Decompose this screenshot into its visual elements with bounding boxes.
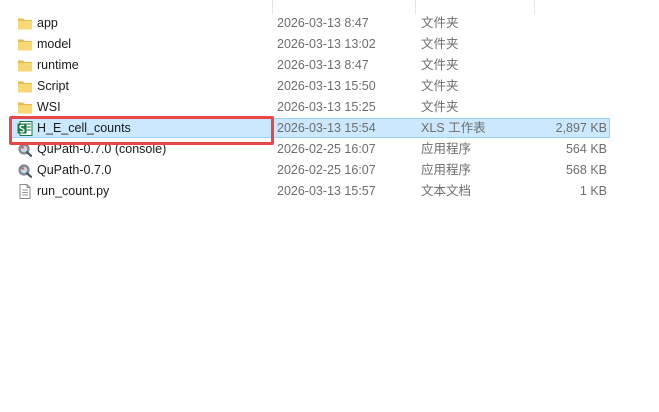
file-size: 1 KB [579, 184, 607, 198]
file-row[interactable]: Script 2026-03-13 15:50 文件夹 [0, 76, 659, 97]
file-name: model [37, 37, 72, 51]
file-modified-date: 2026-03-13 15:57 [277, 184, 376, 198]
file-name: run_count.py [37, 184, 110, 198]
file-name: QuPath-0.7.0 [37, 163, 112, 177]
file-name: runtime [37, 58, 79, 72]
file-type: 文件夹 [421, 79, 459, 93]
file-name: app [37, 16, 58, 30]
file-size: 2,897 KB [555, 121, 607, 135]
file-type: 应用程序 [421, 163, 472, 177]
file-modified-date: 2026-03-13 15:50 [277, 79, 376, 93]
file-size: 564 KB [565, 142, 607, 156]
file-modified-date: 2026-02-25 16:07 [277, 163, 376, 177]
file-explorer: app 2026-03-13 8:47 文件夹 model 2026-03-13… [0, 0, 659, 412]
file-row[interactable]: model 2026-03-13 13:02 文件夹 [0, 34, 659, 55]
file-type: 文件夹 [421, 16, 459, 30]
file-name: H_E_cell_counts [37, 121, 131, 135]
folder-icon [17, 16, 33, 31]
file-type: 应用程序 [421, 142, 472, 156]
file-row[interactable]: QuPath-0.7.0 2026-02-25 16:07 应用程序 568 K… [0, 160, 659, 181]
file-row[interactable]: run_count.py 2026-03-13 15:57 文本文档 1 KB [0, 181, 659, 202]
column-separator[interactable] [534, 0, 535, 14]
file-row[interactable]: WSI 2026-03-13 15:25 文件夹 [0, 97, 659, 118]
folder-icon [17, 100, 33, 115]
file-modified-date: 2026-03-13 8:47 [277, 58, 369, 72]
file-name: WSI [37, 100, 61, 114]
file-type: 文件夹 [421, 37, 459, 51]
file-name: QuPath-0.7.0 (console) [37, 142, 167, 156]
file-list: app 2026-03-13 8:47 文件夹 model 2026-03-13… [0, 13, 659, 202]
file-row[interactable]: app 2026-03-13 8:47 文件夹 [0, 13, 659, 34]
text-file-icon [17, 184, 33, 199]
file-modified-date: 2026-03-13 15:25 [277, 100, 376, 114]
file-row[interactable]: H_E_cell_counts 2026-03-13 15:54 XLS 工作表… [0, 118, 659, 139]
file-modified-date: 2026-03-13 8:47 [277, 16, 369, 30]
file-type: 文件夹 [421, 100, 459, 114]
file-row[interactable]: QuPath-0.7.0 (console) 2026-02-25 16:07 … [0, 139, 659, 160]
file-type: XLS 工作表 [421, 121, 486, 135]
column-separator[interactable] [272, 0, 273, 14]
file-name: Script [37, 79, 69, 93]
file-row[interactable]: runtime 2026-03-13 8:47 文件夹 [0, 55, 659, 76]
qupath-app-icon [17, 142, 33, 157]
file-modified-date: 2026-03-13 13:02 [277, 37, 376, 51]
spreadsheet-icon [17, 121, 33, 136]
file-type: 文件夹 [421, 58, 459, 72]
qupath-app-icon [17, 163, 33, 178]
file-type: 文本文档 [421, 184, 472, 198]
folder-icon [17, 58, 33, 73]
file-modified-date: 2026-02-25 16:07 [277, 142, 376, 156]
file-size: 568 KB [565, 163, 607, 177]
folder-icon [17, 79, 33, 94]
column-separator[interactable] [415, 0, 416, 14]
folder-icon [17, 37, 33, 52]
file-modified-date: 2026-03-13 15:54 [277, 121, 376, 135]
